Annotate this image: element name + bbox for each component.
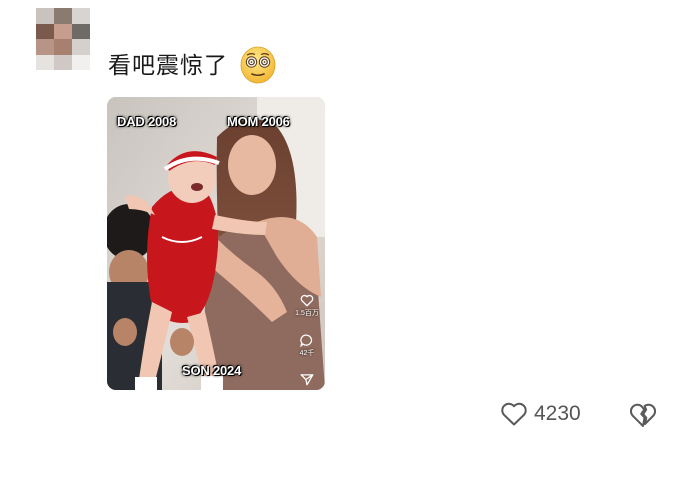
video-share-button[interactable] <box>294 373 320 387</box>
like-count: 4230 <box>534 402 581 425</box>
share-arrow-icon <box>300 374 314 386</box>
dizzy-face-emoji-icon <box>240 46 276 84</box>
video-like-count: 1.5百万 <box>295 310 319 317</box>
like-button[interactable]: 4230 <box>500 399 581 429</box>
comment-bubble-icon <box>300 334 313 347</box>
dad-year-label: DAD 2008 <box>117 114 177 129</box>
comment-item: 看吧震惊了 DAD 2008 MOM 2006 SON 2024 1.5百万 4… <box>0 0 690 485</box>
video-comment-button[interactable]: 42千 <box>294 334 320 358</box>
heart-outline-icon <box>300 294 314 307</box>
comment-text: 看吧震惊了 <box>108 53 228 79</box>
video-scene-image <box>107 97 325 390</box>
mom-year-label: MOM 2006 <box>227 114 290 129</box>
son-year-label: SON 2024 <box>182 363 242 378</box>
video-thumbnail[interactable]: DAD 2008 MOM 2006 SON 2024 1.5百万 42千 <box>107 97 325 390</box>
heart-outline-icon <box>501 402 527 426</box>
avatar[interactable] <box>36 8 90 70</box>
video-like-button[interactable]: 1.5百万 <box>294 294 320 318</box>
video-comment-count: 42千 <box>299 350 315 357</box>
dislike-broken-heart-icon[interactable] <box>628 400 658 430</box>
